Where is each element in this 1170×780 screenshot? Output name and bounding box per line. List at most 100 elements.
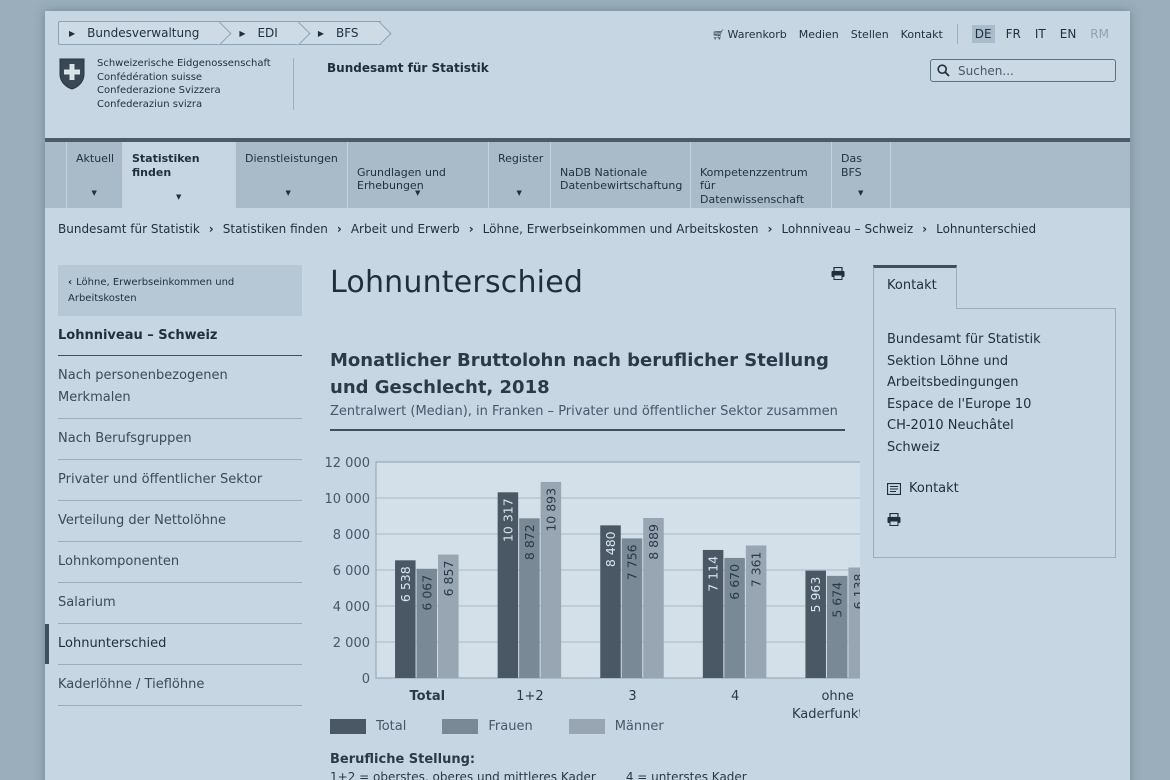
logo-line: Schweizerische Eidgenossenschaft (97, 58, 271, 69)
x-tick-label: 4 (731, 689, 739, 704)
nav-label: NaDB Nationale Datenbewirtschaftung (560, 165, 683, 193)
legend-item: Frauen (442, 719, 533, 734)
nav-register[interactable]: Register ▼ (488, 142, 550, 208)
lang-rm: RM (1090, 27, 1109, 41)
chevron-right-icon: › (468, 222, 474, 236)
contact-link-top[interactable]: Kontakt (901, 28, 943, 41)
logo-line: Confederazione Svizzera (97, 85, 221, 96)
legend-label: Frauen (488, 719, 533, 734)
bar-data-label: 8 889 (646, 524, 661, 560)
sidebar-item[interactable]: Lohnkomponenten (58, 542, 302, 583)
nav-label: Dienstleistungen (245, 152, 338, 165)
legend-swatch (568, 719, 605, 734)
breadcrumb-item[interactable]: Lohnniveau – Schweiz (781, 222, 913, 236)
sidebar-back-label: Löhne, Erwerbseinkommen und Arbeitskoste… (68, 277, 235, 304)
bar-data-label: 6 670 (727, 564, 742, 600)
contact-tab[interactable]: Kontakt (873, 265, 957, 309)
sidebar-item[interactable]: Salarium (58, 583, 302, 624)
sidebar-item[interactable]: Nach Berufsgruppen (58, 419, 302, 460)
print-icon[interactable] (831, 267, 845, 280)
chevron-down-icon: ▼ (415, 188, 421, 197)
lang-it[interactable]: IT (1032, 25, 1049, 43)
caret-right-icon: ▶ (69, 28, 76, 38)
chevron-right-icon: › (208, 222, 214, 236)
bar-data-label: 5 963 (808, 577, 823, 613)
federal-breadcrumb-label: EDI (257, 26, 278, 40)
breadcrumb: Bundesamt für Statistik › Statistiken fin… (58, 222, 1036, 236)
contact-line: Schweiz (887, 439, 940, 455)
cart-link[interactable]: 🛒︎ Warenkorb (712, 28, 787, 41)
swiss-shield-icon (59, 58, 85, 90)
note-item: 4 = unterstes Kader (625, 770, 747, 780)
sidebar-nav: Lohnniveau – Schweiz Nach personenbezoge… (45, 316, 302, 706)
page-title: Lohnunterschied (330, 265, 584, 300)
y-tick-label: 12 000 (325, 456, 371, 471)
media-link[interactable]: Medien (799, 28, 839, 41)
chevron-right-icon: › (922, 222, 928, 236)
nav-label: Statistiken finden (132, 152, 200, 179)
sidebar-item-current[interactable]: Lohnunterschied (45, 624, 302, 665)
breadcrumb-item[interactable]: Löhne, Erwerbseinkommen und Arbeitskoste… (483, 222, 759, 236)
federal-breadcrumb-item[interactable]: ▶ EDI (221, 21, 300, 45)
y-tick-label: 0 (362, 672, 370, 687)
office-name[interactable]: Bundesamt für Statistik (327, 61, 489, 75)
nav-kompetenzzentrum[interactable]: Kompetenzzentrum für Datenwissenschaft (690, 142, 831, 208)
nav-statistiken-finden[interactable]: Statistiken finden ▼ (122, 142, 235, 212)
bar-data-label: 7 361 (749, 552, 764, 588)
sidebar-item[interactable]: Kaderlöhne / Tieflöhne (58, 665, 302, 706)
breadcrumb-item[interactable]: Arbeit und Erwerb (351, 222, 460, 236)
bar-data-label: 10 893 (543, 488, 558, 532)
logo-line: Confederaziun svizra (97, 98, 203, 110)
chevron-right-icon: › (767, 222, 773, 236)
chart-title-rule (330, 429, 845, 431)
lang-en[interactable]: EN (1057, 25, 1080, 43)
nav-das-bfs[interactable]: Das BFS ▼ (831, 142, 891, 208)
chevron-down-icon: ▼ (285, 188, 291, 197)
chart-legend: Total Frauen Männer (330, 719, 700, 734)
sidebar-heading[interactable]: Lohnniveau – Schweiz (58, 316, 302, 356)
nav-label: Das BFS (841, 152, 862, 179)
legend-item: Total (330, 719, 406, 734)
logo-divider (293, 58, 294, 110)
chevron-down-icon: ▼ (176, 192, 182, 201)
notes-line: 1+2 = oberstes, oberes und mittleres Kad… (330, 770, 747, 780)
legend-label: Total (376, 719, 407, 734)
federal-breadcrumb-label: BFS (336, 26, 359, 40)
nav-aktuell[interactable]: Aktuell ▼ (66, 142, 122, 208)
nav-grundlagen[interactable]: Grundlagen und Erhebungen ▼ (347, 142, 488, 208)
nav-dienstleistungen[interactable]: Dienstleistungen ▼ (235, 142, 341, 208)
federal-breadcrumb-item[interactable]: ▶ BFS (299, 21, 381, 45)
jobs-link[interactable]: Stellen (851, 28, 889, 41)
bar-data-label: 6 538 (398, 566, 413, 602)
sidebar-back-link[interactable]: ‹ Löhne, Erwerbseinkommen und Arbeitskost… (58, 265, 302, 316)
breadcrumb-item[interactable]: Bundesamt für Statistik (58, 222, 200, 236)
lang-de[interactable]: DE (971, 25, 995, 43)
y-tick-label: 10 000 (325, 492, 371, 507)
contact-box: Bundesamt für Statistik Sektion Löhne un… (873, 308, 1116, 558)
legend-label: Männer (614, 719, 664, 734)
sidebar-item[interactable]: Nach personenbezogenen Merkmalen (58, 356, 302, 419)
bar-data-label: 6 138 (851, 573, 860, 609)
legend-swatch (442, 719, 479, 734)
chevron-left-icon: ‹ (68, 277, 73, 288)
federal-logo[interactable]: Schweizerische Eidgenossenschaft Confédé… (58, 57, 271, 111)
sidebar-item[interactable]: Verteilung der Nettolöhne (58, 501, 302, 542)
search-placeholder: Suchen... (958, 63, 1014, 78)
x-tick-label: 1+2 (516, 689, 543, 704)
y-tick-label: 6 000 (333, 564, 370, 579)
legend-swatch (330, 719, 366, 734)
x-tick-label: ohne (821, 689, 853, 704)
contact-print-button[interactable] (887, 512, 1102, 534)
federal-breadcrumb: ▶ Bundesverwaltung ▶ EDI ▶ BFS (58, 21, 381, 45)
note-item: 1+2 = oberstes, oberes und mittleres Kad… (330, 770, 596, 780)
federal-breadcrumb-item[interactable]: ▶ Bundesverwaltung (58, 21, 222, 45)
bar-data-label: 6 067 (419, 575, 434, 611)
sidebar-item[interactable]: Privater und öffentlicher Sektor (58, 460, 302, 501)
breadcrumb-item[interactable]: Statistiken finden (223, 222, 328, 236)
search-input[interactable]: Suchen... (930, 59, 1116, 82)
cart-label: Warenkorb (727, 27, 787, 41)
contact-line: Bundesamt für Statistik (887, 332, 1041, 347)
contact-link[interactable]: Kontakt (887, 478, 1102, 500)
lang-fr[interactable]: FR (1003, 25, 1024, 43)
nav-nadb[interactable]: NaDB Nationale Datenbewirtschaftung (550, 142, 690, 208)
